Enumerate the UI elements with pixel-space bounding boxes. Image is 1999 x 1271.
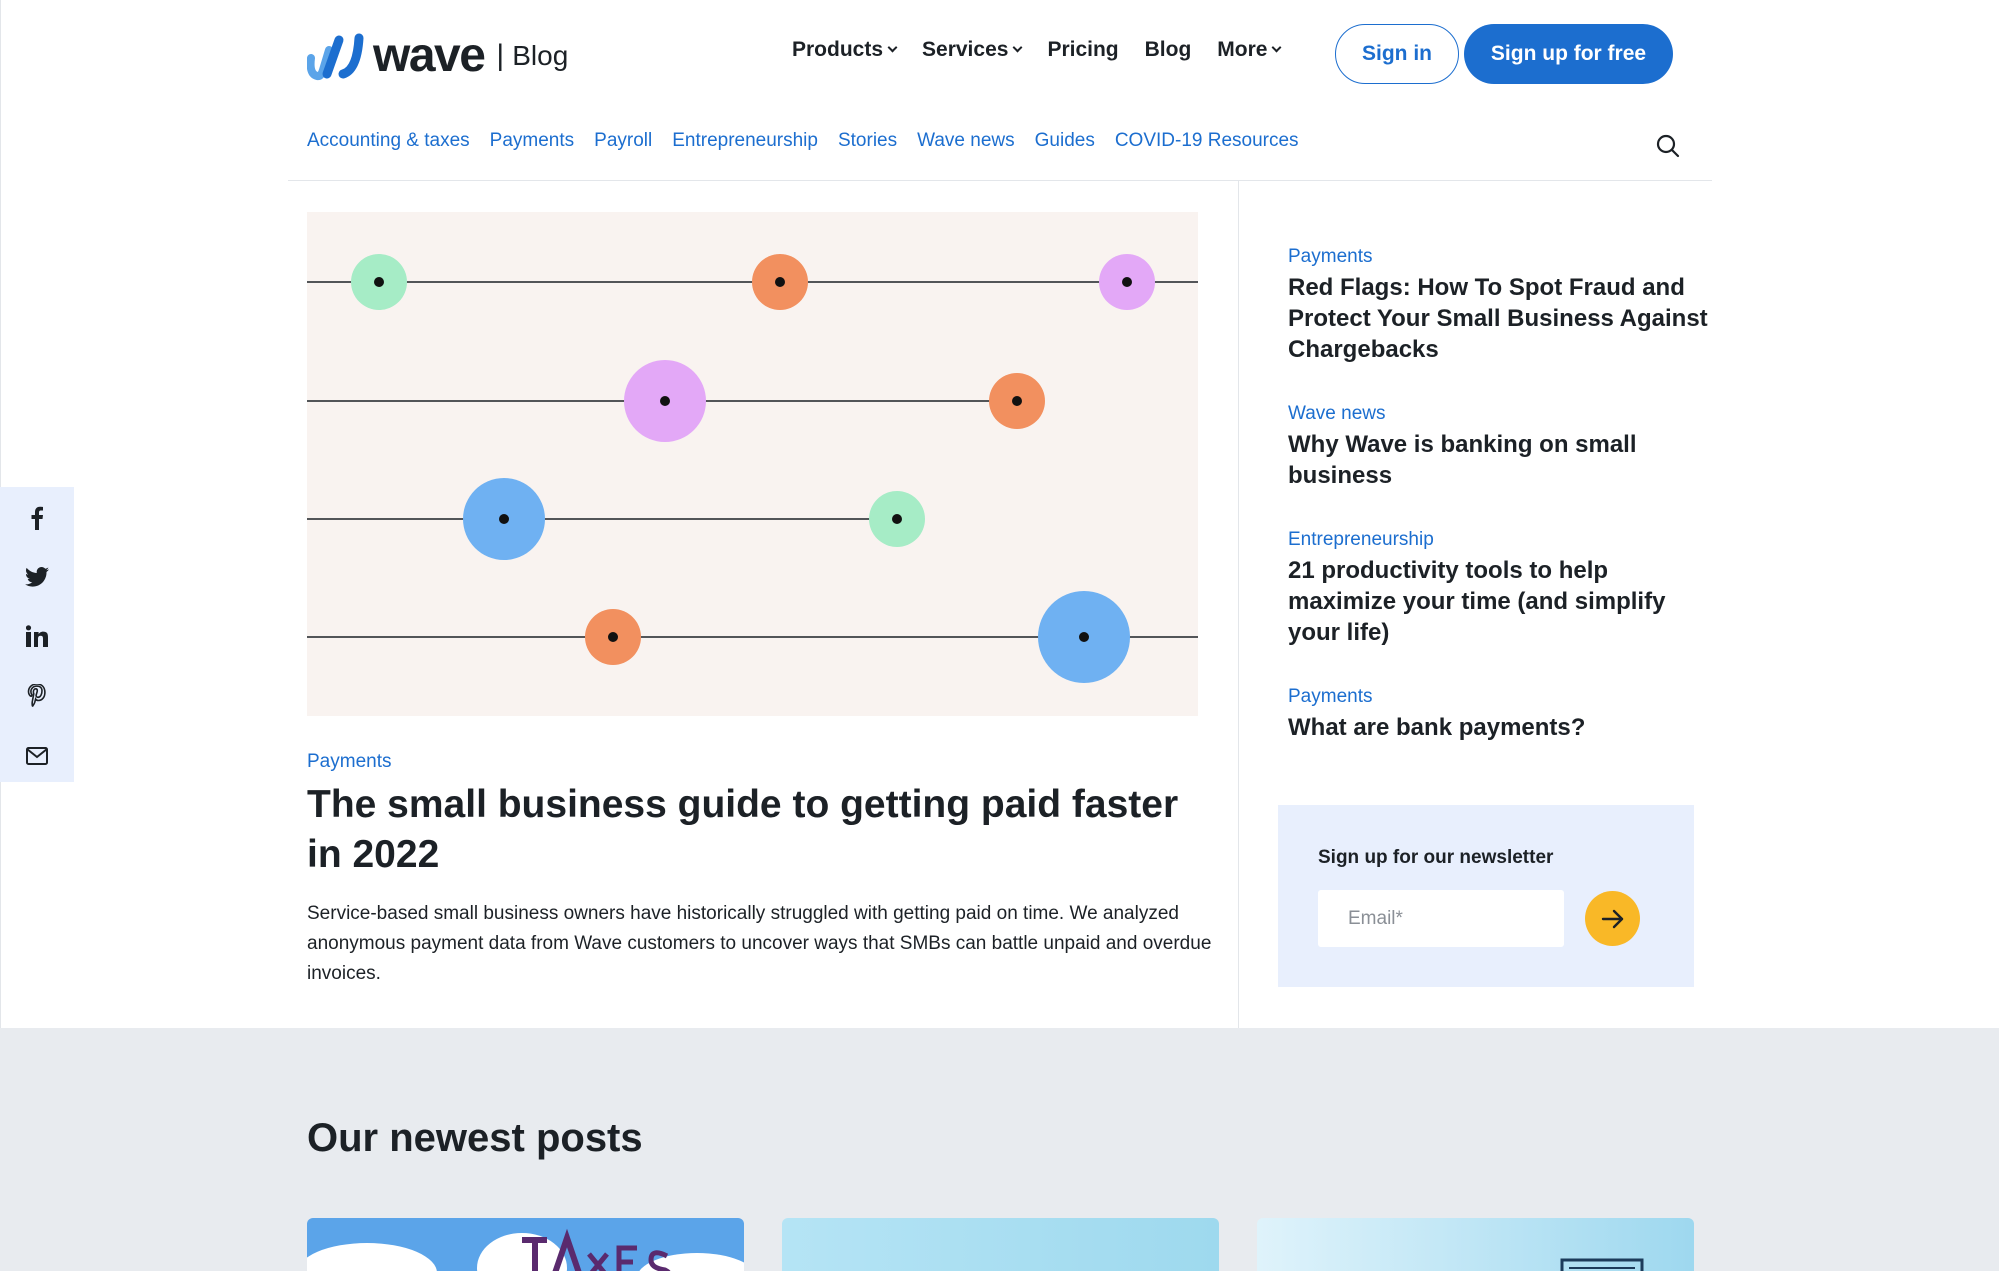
category-guides[interactable]: Guides bbox=[1035, 130, 1095, 152]
hero-excerpt: Service-based small business owners have… bbox=[307, 903, 1212, 984]
sidebar-posts: Payments Red Flags: How To Spot Fraud an… bbox=[1288, 244, 1708, 779]
sidebar-post[interactable]: Payments What are bank payments? bbox=[1288, 684, 1708, 743]
chevron-down-icon bbox=[1012, 42, 1023, 53]
email-icon[interactable] bbox=[22, 741, 52, 771]
newsletter-submit-button[interactable] bbox=[1585, 891, 1640, 946]
linkedin-icon[interactable] bbox=[22, 621, 52, 651]
category-wave-news[interactable]: Wave news bbox=[917, 130, 1015, 152]
sidebar-post-category[interactable]: Entrepreneurship bbox=[1288, 527, 1708, 553]
chevron-down-icon bbox=[887, 42, 898, 53]
category-stories[interactable]: Stories bbox=[838, 130, 897, 152]
taxes-clouds-illustration bbox=[307, 1228, 744, 1271]
nav-services[interactable]: Services bbox=[922, 38, 1023, 62]
newsletter-box: Sign up for our newsletter bbox=[1278, 805, 1694, 987]
nav-pricing[interactable]: Pricing bbox=[1047, 38, 1118, 62]
category-payments[interactable]: Payments bbox=[490, 130, 574, 152]
hero-title-link[interactable]: The small business guide to getting paid… bbox=[307, 780, 1207, 880]
sidebar-post[interactable]: Wave news Why Wave is banking on small b… bbox=[1288, 401, 1708, 491]
sidebar-post-title[interactable]: What are bank payments? bbox=[1288, 712, 1708, 743]
nav-label: Services bbox=[922, 38, 1009, 61]
top-bar: wave | Blog Products Services Pricing Bl… bbox=[307, 0, 1675, 110]
main-nav: Products Services Pricing Blog More bbox=[792, 38, 1282, 62]
facebook-icon[interactable] bbox=[22, 503, 52, 533]
sidebar-post[interactable]: Entrepreneurship 21 productivity tools t… bbox=[1288, 527, 1708, 648]
post-card-thumbnail[interactable] bbox=[307, 1218, 744, 1271]
logo-separator: | bbox=[496, 39, 505, 72]
pinterest-icon[interactable] bbox=[22, 681, 52, 711]
nav-label: Blog bbox=[1144, 38, 1192, 61]
category-covid-resources[interactable]: COVID-19 Resources bbox=[1115, 130, 1299, 152]
hero-category-link[interactable]: Payments bbox=[307, 751, 391, 773]
nav-blog[interactable]: Blog bbox=[1145, 38, 1192, 62]
wave-logo-mark-icon bbox=[307, 33, 364, 81]
hero-illustration bbox=[307, 254, 1198, 683]
logo-section: Blog bbox=[512, 40, 569, 71]
section-title: Our newest posts bbox=[307, 1116, 643, 1160]
category-nav: Accounting & taxes Payments Payroll Entr… bbox=[307, 130, 1299, 152]
post-card-thumbnail[interactable] bbox=[1257, 1218, 1694, 1271]
sidebar-post-title[interactable]: Why Wave is banking on small business bbox=[1288, 429, 1708, 491]
sidebar-post-title[interactable]: 21 productivity tools to help maximize y… bbox=[1288, 555, 1708, 648]
category-entrepreneurship[interactable]: Entrepreneurship bbox=[672, 130, 818, 152]
nav-products[interactable]: Products bbox=[792, 38, 898, 62]
email-field[interactable] bbox=[1318, 890, 1564, 947]
logo-wordmark: wave bbox=[373, 29, 486, 82]
hero-image[interactable] bbox=[307, 212, 1198, 716]
category-payroll[interactable]: Payroll bbox=[594, 130, 652, 152]
sidebar-post-category[interactable]: Wave news bbox=[1288, 401, 1708, 427]
search-icon[interactable] bbox=[1655, 133, 1681, 159]
newest-posts-section: Our newest posts bbox=[0, 1028, 1999, 1271]
sign-up-button[interactable]: Sign up for free bbox=[1464, 24, 1673, 84]
share-bar bbox=[0, 487, 74, 782]
sidebar-post-title[interactable]: Red Flags: How To Spot Fraud and Protect… bbox=[1288, 272, 1708, 365]
nav-label: More bbox=[1217, 38, 1268, 61]
column-divider bbox=[1238, 181, 1239, 1028]
nav-more[interactable]: More bbox=[1217, 38, 1282, 62]
sidebar-post-category[interactable]: Payments bbox=[1288, 244, 1708, 270]
header-divider bbox=[288, 180, 1712, 181]
nav-label: Pricing bbox=[1047, 38, 1119, 61]
category-accounting-taxes[interactable]: Accounting & taxes bbox=[307, 130, 470, 152]
post-card-thumbnail[interactable] bbox=[782, 1218, 1219, 1271]
wave-logo[interactable]: wave | Blog bbox=[307, 28, 568, 84]
sidebar-post[interactable]: Payments Red Flags: How To Spot Fraud an… bbox=[1288, 244, 1708, 365]
sidebar-post-category[interactable]: Payments bbox=[1288, 684, 1708, 710]
chevron-down-icon bbox=[1272, 42, 1282, 53]
sign-in-button[interactable]: Sign in bbox=[1335, 24, 1459, 84]
newsletter-label: Sign up for our newsletter bbox=[1318, 847, 1554, 868]
arrow-right-icon bbox=[1601, 909, 1623, 928]
nav-label: Products bbox=[792, 38, 884, 61]
document-illustration bbox=[1560, 1258, 1644, 1271]
twitter-icon[interactable] bbox=[22, 562, 52, 592]
